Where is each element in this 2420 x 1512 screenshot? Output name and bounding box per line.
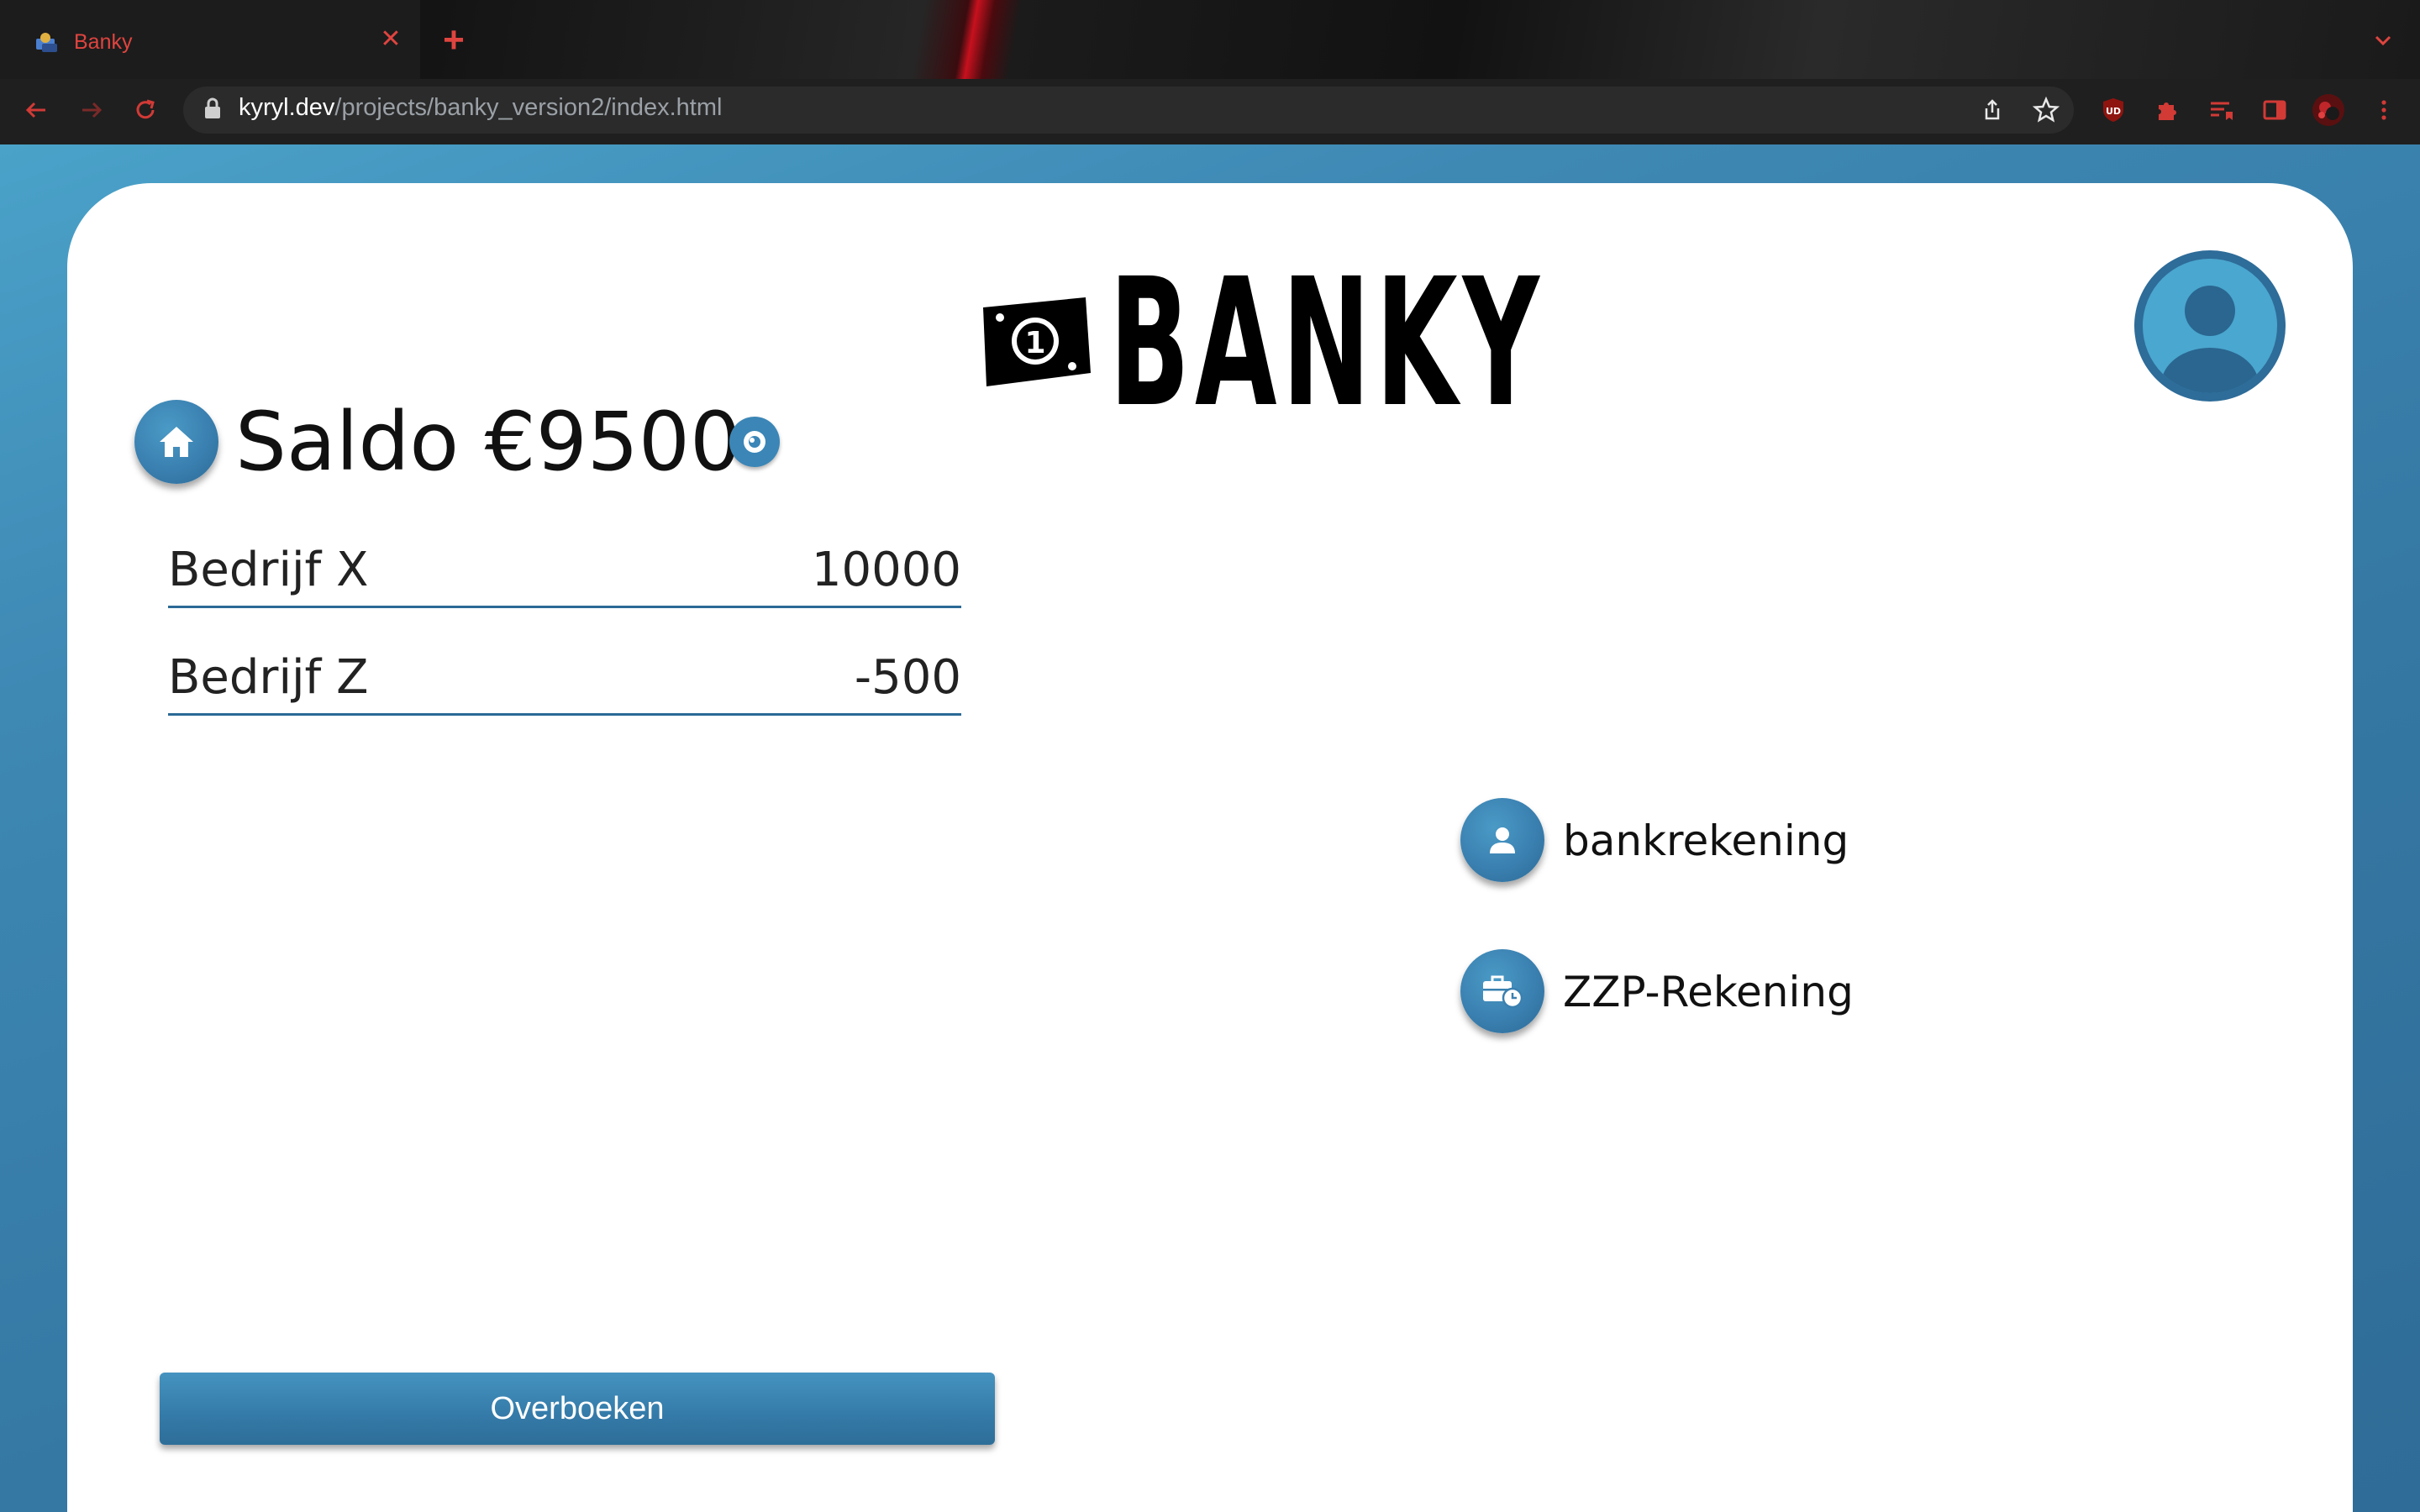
side-panel-icon[interactable] xyxy=(2255,91,2294,129)
user-silhouette-icon xyxy=(2143,259,2277,393)
transaction-name: Bedrijf X xyxy=(168,543,369,597)
new-tab-icon[interactable]: + xyxy=(437,22,471,59)
transaction-name: Bedrijf Z xyxy=(168,650,369,705)
menu-icon[interactable] xyxy=(2365,91,2403,129)
back-icon[interactable] xyxy=(17,91,55,129)
url-text[interactable]: kyryl.dev/projects/banky_version2/index.… xyxy=(239,94,722,122)
reload-icon[interactable] xyxy=(126,91,165,129)
svg-text:UD: UD xyxy=(2106,106,2121,117)
tab-title: Banky xyxy=(74,30,133,54)
transaction-amount: -500 xyxy=(854,650,961,705)
banky-favicon-icon xyxy=(36,33,57,52)
forward-icon[interactable] xyxy=(72,91,111,129)
money-bill-icon: 1 xyxy=(983,297,1091,386)
home-button[interactable] xyxy=(134,400,218,484)
account-button[interactable] xyxy=(1460,798,1544,882)
svg-text:1: 1 xyxy=(1024,326,1045,360)
business-time-icon xyxy=(1483,975,1523,1009)
profile-icon[interactable] xyxy=(2309,91,2348,129)
transaction-row[interactable]: Bedrijf X 10000 xyxy=(168,543,961,608)
logo-text: BANKY xyxy=(1109,240,1544,446)
lock-icon xyxy=(205,97,220,118)
account-button[interactable] xyxy=(1460,949,1544,1033)
browser-tab-strip: Banky ✕ + xyxy=(0,0,2420,79)
balance-heading: Saldo €9500 xyxy=(235,395,742,489)
account-label: bankrekening xyxy=(1563,816,1849,865)
share-icon[interactable] xyxy=(1973,91,2012,129)
transaction-amount: 10000 xyxy=(811,543,961,597)
browser-tab[interactable]: Banky ✕ xyxy=(0,0,420,79)
ublock-icon[interactable]: UD xyxy=(2094,91,2133,129)
transaction-row[interactable]: Bedrijf Z -500 xyxy=(168,650,961,716)
extensions-icon[interactable] xyxy=(2148,91,2186,129)
user-avatar[interactable] xyxy=(2134,250,2286,402)
star-icon[interactable] xyxy=(2027,91,2065,129)
reading-list-icon[interactable] xyxy=(2202,91,2240,129)
toggle-balance-visibility-button[interactable] xyxy=(729,417,780,467)
user-icon xyxy=(1490,827,1515,853)
banky-logo: 1 BANKY xyxy=(975,255,1539,437)
tab-search-chevron-icon[interactable] xyxy=(2368,25,2398,55)
home-icon xyxy=(160,427,193,457)
transfer-button[interactable]: Overboeken xyxy=(160,1373,995,1445)
account-label: ZZP-Rekening xyxy=(1563,968,1854,1016)
eye-icon xyxy=(744,431,765,453)
tab-close-icon[interactable]: ✕ xyxy=(376,25,405,54)
